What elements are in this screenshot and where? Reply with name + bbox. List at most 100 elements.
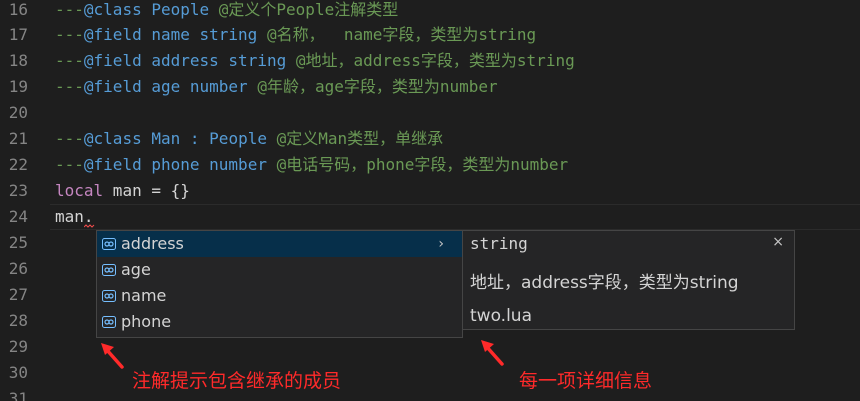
- code-token: @地址，address字段，类型为string: [286, 51, 575, 70]
- line-number: 16: [8, 0, 28, 19]
- code-token: age: [151, 77, 181, 96]
- field-icon: [102, 316, 116, 328]
- field-icon: [102, 290, 116, 302]
- error-squiggle: [84, 224, 95, 228]
- code-line: 19 ---@field age number @年龄，age字段，类型为numb…: [0, 74, 860, 100]
- code-token: man = {}: [103, 181, 190, 200]
- code-token: Man: [151, 129, 181, 148]
- code-token: ---: [55, 51, 84, 70]
- suggest-widget[interactable]: address › age name phone: [96, 230, 463, 338]
- code-line: 31: [0, 386, 860, 401]
- close-icon[interactable]: ×: [772, 234, 784, 250]
- code-line: 21 ---@class Man : People @定义Man类型，单继承: [0, 126, 860, 152]
- code-token: @class: [83, 0, 142, 19]
- line-number: 22: [8, 155, 28, 174]
- code-token: @class: [83, 129, 142, 148]
- details-source-file: two.lua: [470, 306, 532, 326]
- code-token: ---: [55, 77, 84, 96]
- suggest-item-label: address: [121, 234, 184, 253]
- code-token: @定义个People注解类型: [209, 0, 399, 19]
- code-line: 23 local man = {}: [0, 178, 860, 204]
- line-number: 25: [8, 233, 28, 252]
- code-token: @电话号码，phone字段，类型为number: [266, 155, 569, 174]
- code-token: local: [55, 181, 104, 200]
- line-code: ---@class Man : People @定义Man类型，单继承: [55, 126, 443, 152]
- code-token: @名称， name字段，类型为string: [257, 25, 537, 44]
- annotation-arrow-left: [101, 343, 124, 369]
- line-code: ---@field age number @年龄，age字段，类型为number: [55, 74, 498, 100]
- code-line: 18 ---@field address string @地址，address字段…: [0, 48, 860, 74]
- code-token: @field: [83, 155, 142, 174]
- annotation-right-text: 每一项详细信息: [519, 370, 653, 392]
- line-number: 26: [8, 259, 28, 278]
- code-token: number: [189, 77, 248, 96]
- line-number: 20: [8, 103, 28, 122]
- code-token: string: [228, 51, 287, 70]
- code-token: ---: [55, 155, 84, 174]
- details-description: 地址，address字段，类型为string: [470, 273, 739, 293]
- line-code: ---@field address string @地址，address字段，类…: [55, 48, 575, 74]
- code-editor[interactable]: 16 ---@class People @定义个People注解类型 17 ---@f…: [0, 0, 860, 401]
- line-number: 29: [8, 337, 28, 356]
- line-number: 17: [8, 25, 28, 44]
- annotation-left-text: 注解提示包含继承的成员: [132, 370, 342, 392]
- line-number: 19: [8, 77, 28, 96]
- suggest-item-label: name: [121, 286, 167, 305]
- code-line: 17 ---@field name string @名称， name字段，类型为s…: [0, 22, 860, 48]
- code-token: phone: [151, 155, 200, 174]
- code-token: @年龄，age字段，类型为number: [247, 77, 498, 96]
- code-token: @field: [83, 25, 142, 44]
- suggest-item-name[interactable]: name: [97, 283, 462, 309]
- code-token: ---: [55, 25, 84, 44]
- line-number: 27: [8, 285, 28, 304]
- code-token: ---: [55, 0, 84, 19]
- line-code: ---@field phone number @电话号码，phone字段，类型为…: [55, 152, 568, 178]
- code-token: number: [209, 155, 267, 174]
- code-line: 24 man.: [0, 204, 860, 230]
- field-icon: [102, 238, 116, 250]
- code-line: 16 ---@class People @定义个People注解类型: [0, 0, 860, 23]
- code-token: string: [199, 25, 258, 44]
- line-number: 21: [8, 129, 28, 148]
- code-token: ---: [55, 129, 84, 148]
- code-line: 30: [0, 360, 860, 386]
- code-line: 20: [0, 100, 860, 126]
- code-token: address: [151, 51, 219, 70]
- line-number: 30: [8, 363, 28, 382]
- line-code: ---@field name string @名称， name字段，类型为str…: [55, 22, 536, 48]
- line-code: ---@class People @定义个People注解类型: [55, 0, 398, 23]
- line-number: 24: [8, 207, 28, 226]
- suggest-item-label: age: [121, 260, 151, 279]
- line-number: 18: [8, 51, 28, 70]
- code-line: 22 ---@field phone number @电话号码，phone字段，类…: [0, 152, 860, 178]
- code-token: name: [151, 25, 190, 44]
- suggest-details: string × 地址，address字段，类型为string two.lua: [462, 230, 795, 330]
- suggest-item-age[interactable]: age: [97, 257, 462, 283]
- line-number: 31: [8, 389, 28, 401]
- line-code: local man = {}: [55, 178, 190, 204]
- code-token: @field: [83, 77, 142, 96]
- suggest-item-address[interactable]: address ›: [97, 231, 462, 257]
- code-token: People: [209, 129, 267, 148]
- suggest-item-label: phone: [121, 312, 172, 331]
- code-token: @定义Man类型，单继承: [266, 129, 444, 148]
- chevron-right-icon[interactable]: ›: [438, 231, 444, 257]
- suggest-item-phone[interactable]: phone: [97, 309, 462, 335]
- field-icon: [102, 264, 116, 276]
- line-number: 28: [8, 311, 28, 330]
- code-token: @field: [83, 51, 142, 70]
- details-type: string: [470, 234, 528, 253]
- line-number: 23: [8, 181, 28, 200]
